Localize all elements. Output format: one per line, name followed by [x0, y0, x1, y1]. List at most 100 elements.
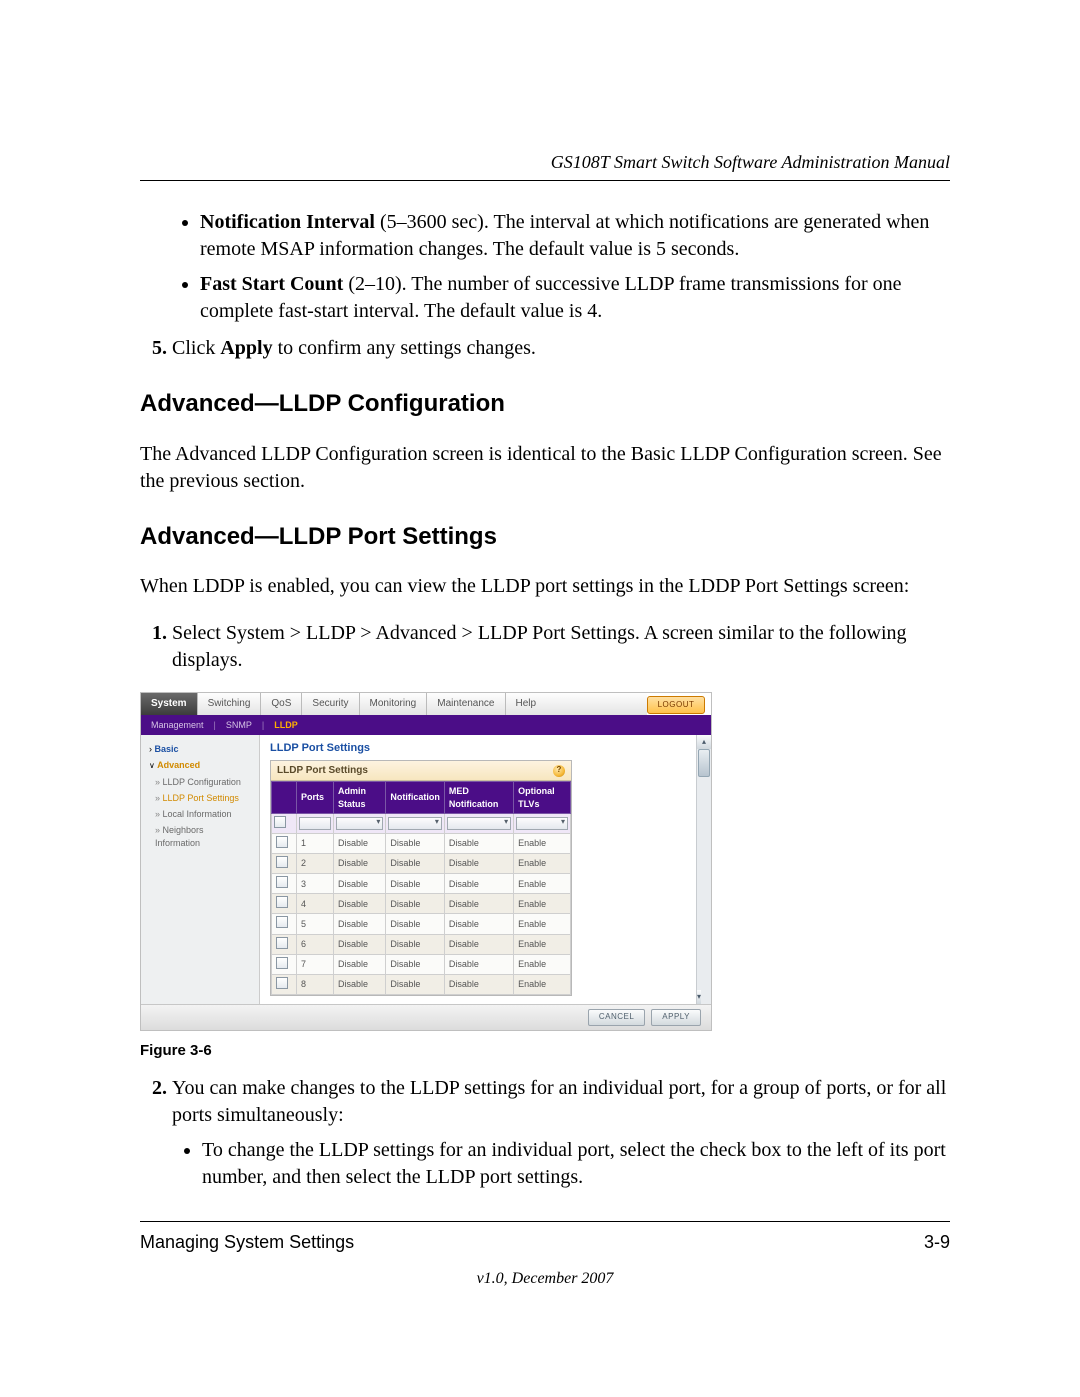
tab-system[interactable]: System: [141, 693, 198, 715]
cell-med: Disable: [444, 934, 513, 954]
table-header-row: Ports Admin Status Notification MED Noti…: [272, 782, 571, 813]
tab-qos[interactable]: QoS: [261, 693, 302, 715]
cell-admin: Disable: [334, 954, 386, 974]
cell-port: 3: [297, 874, 334, 894]
cell-notif: Disable: [386, 833, 445, 853]
panel-header: LLDP Port Settings ?: [271, 761, 571, 782]
cell-tlv: Enable: [514, 954, 571, 974]
sidebar-basic[interactable]: Basic: [141, 741, 259, 757]
scroll-down-icon[interactable]: ▾: [697, 990, 701, 1004]
scroll-thumb[interactable]: [698, 749, 710, 777]
tab-security[interactable]: Security: [302, 693, 359, 715]
filter-med[interactable]: [444, 813, 513, 833]
bullet-label: Fast Start Count: [200, 273, 343, 295]
filter-tlv-select[interactable]: [516, 817, 568, 830]
filter-admin[interactable]: [334, 813, 386, 833]
step-bold: Apply: [220, 337, 272, 359]
filter-port-input[interactable]: [299, 817, 331, 830]
subnav-lldp[interactable]: LLDP: [274, 719, 298, 731]
scroll-up-icon[interactable]: ▴: [697, 735, 711, 749]
cell-admin: Disable: [334, 974, 386, 994]
bullet-notification-interval: Notification Interval (5–3600 sec). The …: [200, 209, 950, 263]
panel-title: LLDP Port Settings: [270, 741, 707, 756]
cell-med: Disable: [444, 833, 513, 853]
sidebar-advanced[interactable]: Advanced: [141, 757, 259, 774]
cell-admin: Disable: [334, 894, 386, 914]
cell-notif: Disable: [386, 954, 445, 974]
cell-admin: Disable: [334, 914, 386, 934]
filter-med-select[interactable]: [447, 817, 511, 830]
apply-button[interactable]: APPLY: [651, 1009, 701, 1026]
cell-port: 8: [297, 974, 334, 994]
tab-help[interactable]: Help: [506, 693, 547, 715]
port-settings-table: Ports Admin Status Notification MED Noti…: [271, 781, 571, 995]
row-checkbox[interactable]: [272, 974, 297, 994]
footer-left: Managing System Settings: [140, 1230, 354, 1254]
tab-monitoring[interactable]: Monitoring: [360, 693, 428, 715]
screenshot-ui: System Switching QoS Security Monitoring…: [140, 692, 712, 1031]
sidebar-item-lldp-config[interactable]: LLDP Configuration: [141, 774, 259, 790]
filter-port[interactable]: [297, 813, 334, 833]
row-checkbox[interactable]: [272, 954, 297, 974]
footer-rule: [140, 1221, 950, 1222]
footer-right: 3-9: [924, 1230, 950, 1254]
tab-maintenance[interactable]: Maintenance: [427, 693, 505, 715]
checkbox-icon: [274, 816, 286, 828]
cell-port: 4: [297, 894, 334, 914]
subnav-management[interactable]: Management: [151, 719, 204, 731]
bullet-label: Notification Interval: [200, 211, 375, 233]
col-checkbox: [272, 782, 297, 813]
sidebar-item-local-info[interactable]: Local Information: [141, 806, 259, 822]
row-checkbox[interactable]: [272, 894, 297, 914]
cell-notif: Disable: [386, 853, 445, 873]
filter-notif-select[interactable]: [388, 817, 442, 830]
col-notification: Notification: [386, 782, 445, 813]
subnav-sep: |: [262, 719, 264, 731]
cell-notif: Disable: [386, 914, 445, 934]
cell-med: Disable: [444, 914, 513, 934]
row-checkbox[interactable]: [272, 833, 297, 853]
intro-bullets: Notification Interval (5–3600 sec). The …: [140, 209, 950, 325]
cell-tlv: Enable: [514, 833, 571, 853]
main-tabs: System Switching QoS Security Monitoring…: [141, 693, 711, 715]
help-icon[interactable]: ?: [553, 765, 565, 777]
table-row: 7DisableDisableDisableEnable: [272, 954, 571, 974]
cancel-button[interactable]: CANCEL: [588, 1009, 645, 1026]
checkbox-icon: [276, 876, 288, 888]
col-ports: Ports: [297, 782, 334, 813]
cell-med: Disable: [444, 974, 513, 994]
cell-admin: Disable: [334, 934, 386, 954]
row-checkbox[interactable]: [272, 874, 297, 894]
filter-admin-select[interactable]: [336, 817, 383, 830]
tab-spacer: [546, 693, 647, 715]
row-checkbox[interactable]: [272, 914, 297, 934]
checkbox-icon: [276, 836, 288, 848]
vertical-scrollbar[interactable]: ▴ ▾: [696, 735, 711, 1004]
running-header: GS108T Smart Switch Software Administrat…: [140, 150, 950, 174]
table-row: 5DisableDisableDisableEnable: [272, 914, 571, 934]
row-checkbox[interactable]: [272, 853, 297, 873]
sidebar-item-neighbors-info[interactable]: Neighbors Information: [141, 822, 259, 850]
tab-switching[interactable]: Switching: [198, 693, 262, 715]
col-med-notification: MED Notification: [444, 782, 513, 813]
section-heading-lldp-port: Advanced—LLDP Port Settings: [140, 521, 950, 553]
step-5: Click Apply to confirm any settings chan…: [172, 335, 950, 362]
step-text: Click: [172, 337, 220, 359]
subnav-snmp[interactable]: SNMP: [226, 719, 252, 731]
step-2: You can make changes to the LLDP setting…: [172, 1075, 950, 1191]
logout-button[interactable]: LOGOUT: [647, 696, 705, 714]
step-1: Select System > LLDP > Advanced > LLDP P…: [172, 620, 950, 674]
post-steps: You can make changes to the LLDP setting…: [140, 1075, 950, 1191]
filter-select-all[interactable]: [272, 813, 297, 833]
sidebar-item-lldp-port-settings[interactable]: LLDP Port Settings: [141, 790, 259, 806]
main-area: LLDP Port Settings LLDP Port Settings ? …: [260, 735, 711, 1004]
scroll-track[interactable]: [697, 749, 711, 990]
cell-admin: Disable: [334, 853, 386, 873]
row-checkbox[interactable]: [272, 934, 297, 954]
cell-admin: Disable: [334, 874, 386, 894]
panel-header-text: LLDP Port Settings: [277, 764, 368, 778]
cell-notif: Disable: [386, 934, 445, 954]
filter-tlv[interactable]: [514, 813, 571, 833]
footer: Managing System Settings 3-9: [140, 1230, 950, 1254]
filter-notif[interactable]: [386, 813, 445, 833]
